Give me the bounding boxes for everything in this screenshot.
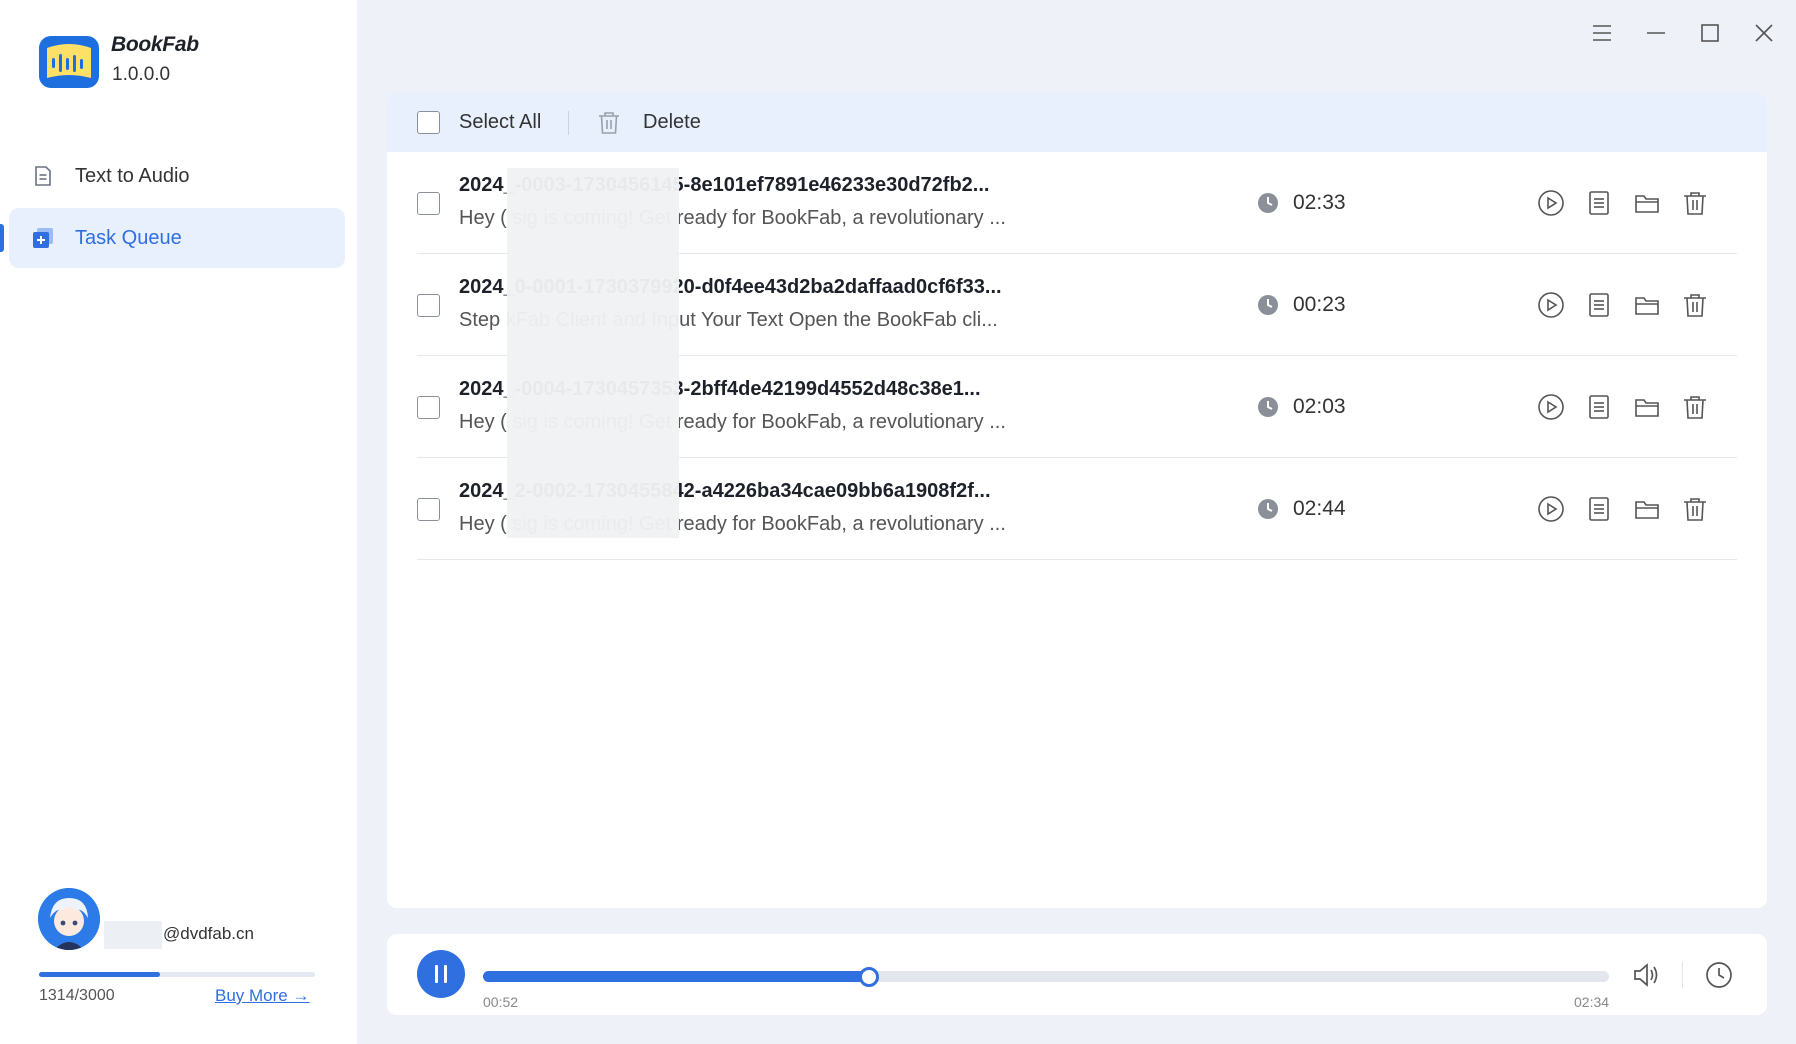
current-time: 00:52	[483, 994, 519, 1010]
play-icon[interactable]	[1537, 189, 1565, 217]
clock-icon	[1256, 191, 1280, 215]
quota-bar-fill	[39, 972, 160, 977]
pause-icon	[435, 965, 447, 983]
sidebar: BookFab 1.0.0.0 Text to Audio Task Queue	[0, 0, 357, 1044]
app-name: BookFab	[111, 33, 199, 56]
trash-icon[interactable]	[1681, 495, 1709, 523]
task-duration: 02:44	[1293, 497, 1346, 520]
quota-bar	[39, 972, 315, 977]
text-file-icon[interactable]	[1585, 393, 1613, 421]
select-all-label[interactable]: Select All	[459, 111, 541, 134]
maximize-icon[interactable]	[1693, 16, 1727, 50]
nav-active-indicator	[0, 224, 4, 252]
app-version: 1.0.0.0	[112, 64, 171, 85]
player-divider	[1682, 962, 1683, 988]
playback-progress-fill	[483, 971, 870, 982]
pause-button[interactable]	[417, 950, 465, 998]
text-file-icon[interactable]	[1585, 291, 1613, 319]
folder-icon[interactable]	[1633, 393, 1661, 421]
nav-text-to-audio[interactable]: Text to Audio	[9, 146, 345, 206]
quota-count: 1314/3000	[39, 987, 115, 1004]
row-checkbox[interactable]	[417, 396, 440, 419]
folder-icon[interactable]	[1633, 291, 1661, 319]
play-icon[interactable]	[1537, 393, 1565, 421]
queue-icon	[31, 226, 55, 250]
text-file-icon[interactable]	[1585, 189, 1613, 217]
task-duration: 00:23	[1293, 293, 1346, 316]
user-email: @dvdfab.cn	[163, 924, 254, 943]
row-checkbox[interactable]	[417, 294, 440, 317]
queue-toolbar: Select All Delete	[387, 93, 1767, 152]
trash-icon[interactable]	[1681, 393, 1709, 421]
clock-icon	[1256, 293, 1280, 317]
user-name-mask	[104, 921, 162, 949]
toolbar-divider	[568, 111, 569, 135]
row-checkbox[interactable]	[417, 498, 440, 521]
volume-icon[interactable]	[1631, 960, 1661, 990]
document-icon	[31, 164, 55, 188]
buy-more-link[interactable]: Buy More →	[215, 986, 309, 1006]
task-duration: 02:03	[1293, 395, 1346, 418]
clock-icon	[1256, 497, 1280, 521]
nav-label: Task Queue	[75, 226, 182, 249]
folder-icon[interactable]	[1633, 189, 1661, 217]
delete-button[interactable]: Delete	[643, 111, 701, 134]
playback-progress-bar[interactable]	[483, 967, 1609, 987]
trash-icon[interactable]	[1681, 291, 1709, 319]
nav-task-queue[interactable]: Task Queue	[9, 208, 345, 268]
task-duration: 02:33	[1293, 191, 1346, 214]
history-clock-icon[interactable]	[1704, 960, 1734, 990]
row-checkbox[interactable]	[417, 192, 440, 215]
privacy-mask	[507, 168, 679, 538]
playback-progress-handle[interactable]	[859, 967, 880, 987]
play-icon[interactable]	[1537, 495, 1565, 523]
minimize-icon[interactable]	[1639, 16, 1673, 50]
folder-icon[interactable]	[1633, 495, 1661, 523]
text-file-icon[interactable]	[1585, 495, 1613, 523]
trash-icon[interactable]	[596, 110, 622, 136]
trash-icon[interactable]	[1681, 189, 1709, 217]
select-all-checkbox[interactable]	[417, 111, 440, 134]
bookfab-logo-icon	[39, 36, 99, 88]
clock-icon	[1256, 395, 1280, 419]
avatar[interactable]	[38, 888, 100, 950]
menu-icon[interactable]	[1585, 16, 1619, 50]
play-icon[interactable]	[1537, 291, 1565, 319]
total-time: 02:34	[1574, 994, 1610, 1010]
close-icon[interactable]	[1747, 16, 1781, 50]
audio-player: 00:52 02:34	[387, 934, 1767, 1015]
nav-label: Text to Audio	[75, 164, 190, 187]
